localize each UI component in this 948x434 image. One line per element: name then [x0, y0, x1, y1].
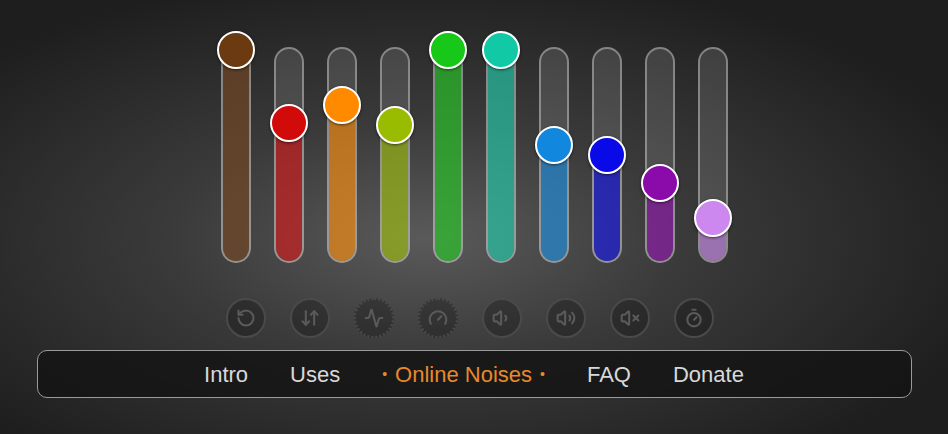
slider-knob[interactable] [482, 31, 520, 69]
reset-icon [236, 308, 256, 328]
nav-item[interactable]: Uses [290, 358, 340, 391]
slider-track[interactable] [327, 47, 357, 263]
slider-fill [488, 46, 514, 261]
control-button[interactable] [674, 298, 714, 338]
nav-label: Online Noises [395, 358, 532, 391]
slider-fill [329, 101, 355, 261]
slider-knob[interactable] [323, 86, 361, 124]
slider-track[interactable] [274, 47, 304, 263]
nav-label: Uses [290, 362, 340, 387]
slider-fill [435, 46, 461, 261]
control-buttons [226, 298, 722, 338]
nav-bar: Intro Uses • Online Noises • FAQ Donate [37, 350, 912, 398]
slider-track[interactable] [433, 47, 463, 263]
nav-marker: • [540, 364, 545, 385]
slider-group [221, 47, 728, 263]
speedometer-icon [428, 308, 448, 328]
slider-knob[interactable] [429, 31, 467, 69]
nav-label: Intro [204, 362, 248, 387]
control-button[interactable] [482, 298, 522, 338]
nav-item[interactable]: • Online Noises • [382, 358, 545, 391]
slider-track[interactable] [221, 47, 251, 263]
slider-knob[interactable] [217, 31, 255, 69]
noise-machine: Intro Uses • Online Noises • FAQ Donate [0, 0, 948, 434]
control-button[interactable] [354, 298, 394, 338]
slider-knob[interactable] [641, 164, 679, 202]
nav-item[interactable]: Intro [204, 358, 248, 391]
slider-track[interactable] [380, 47, 410, 263]
slider-track[interactable] [698, 47, 728, 263]
nav-label: Donate [673, 362, 744, 387]
control-button[interactable] [546, 298, 586, 338]
nav-item[interactable]: Donate [673, 358, 744, 391]
mute-icon [620, 308, 640, 328]
nav-item[interactable]: FAQ [587, 358, 631, 391]
control-button[interactable] [226, 298, 266, 338]
slider-knob[interactable] [376, 106, 414, 144]
control-button[interactable] [418, 298, 458, 338]
control-button[interactable] [290, 298, 330, 338]
timer-icon [684, 308, 704, 328]
volume-low-icon [492, 308, 512, 328]
nav-marker: • [382, 364, 387, 385]
slider-track[interactable] [592, 47, 622, 263]
slider-track[interactable] [486, 47, 516, 263]
nav-label: FAQ [587, 362, 631, 387]
slider-knob[interactable] [535, 126, 573, 164]
slider-fill [223, 46, 249, 261]
slider-knob[interactable] [270, 104, 308, 142]
slider-track[interactable] [645, 47, 675, 263]
slider-knob[interactable] [588, 136, 626, 174]
volume-high-icon [556, 308, 576, 328]
animate-icon [364, 308, 384, 328]
slider-knob[interactable] [694, 199, 732, 237]
slider-track[interactable] [539, 47, 569, 263]
shuffle-levels-icon [300, 308, 320, 328]
control-button[interactable] [610, 298, 650, 338]
